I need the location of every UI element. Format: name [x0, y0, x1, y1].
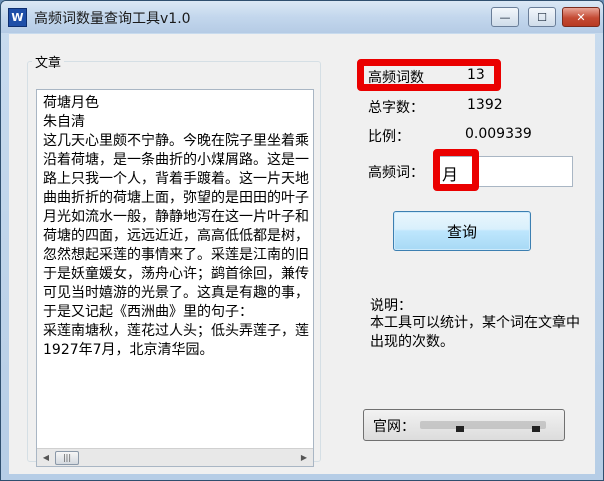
article-group: 文章 荷塘月色 朱自清 这几天心里颇不宁静。今晚在院子里坐着乘凉 沿着荷塘，是一… — [27, 52, 321, 467]
app-window: W 高频词数量查询工具v1.0 — ☐ ✕ 文章 荷塘月色 朱自清 这几天心里颇… — [0, 0, 604, 481]
scroll-thumb[interactable]: ||| — [55, 451, 79, 465]
maximize-button[interactable]: ☐ — [528, 7, 556, 27]
website-button[interactable]: 官网： — [363, 409, 565, 441]
article-text: 荷塘月色 朱自清 这几天心里颇不宁静。今晚在院子里坐着乘凉 沿着荷塘，是一条曲折… — [43, 94, 309, 446]
article-line: 1927年7月，北京清华园。 — [43, 342, 214, 358]
note-body: 本工具可以统计，某个词在文章中出现的次数。 — [370, 315, 580, 350]
article-line: 于是妖童媛女，荡舟心许；鹢首徐回，兼传羽杯 — [43, 266, 309, 282]
horizontal-scrollbar[interactable]: ◀ ||| ▶ — [37, 448, 313, 466]
article-line: 沿着荷塘，是一条曲折的小煤屑路。这是一条幽 — [43, 152, 309, 168]
word-label: 高频词： — [368, 165, 424, 181]
client-area: 文章 荷塘月色 朱自清 这几天心里颇不宁静。今晚在院子里坐着乘凉 沿着荷塘，是一… — [9, 34, 595, 474]
article-line: 可见当时嬉游的光景了。这真是有趣的事，可惜 — [43, 285, 309, 301]
window-title: 高频词数量查询工具v1.0 — [34, 11, 191, 27]
total-chars-label: 总字数： — [368, 100, 424, 116]
article-line: 月光如流水一般，静静地泻在这一片叶子和花上 — [43, 209, 309, 225]
redaction-mark — [532, 426, 540, 432]
close-button[interactable]: ✕ — [562, 7, 600, 27]
article-line: 于是又记起《西洲曲》里的句子： — [43, 304, 253, 320]
query-button[interactable]: 查询 — [393, 211, 531, 251]
note-title: 说明： — [370, 298, 412, 314]
article-line: 采莲南塘秋，莲花过人头；低头弄莲子，莲子清 — [43, 323, 309, 339]
highlight-box — [433, 149, 479, 191]
article-line: 忽然想起采莲的事情来了。采莲是江南的旧俗， — [43, 247, 309, 263]
scroll-left-arrow-icon[interactable]: ◀ — [39, 451, 53, 464]
article-line: 荷塘的四面，远远近近，高高低低都是树，而杨 — [43, 228, 309, 244]
redacted-url — [420, 421, 546, 429]
article-line: 荷塘月色 — [43, 95, 99, 111]
scroll-right-arrow-icon[interactable]: ▶ — [297, 451, 311, 464]
article-textarea[interactable]: 荷塘月色 朱自清 这几天心里颇不宁静。今晚在院子里坐着乘凉 沿着荷塘，是一条曲折… — [36, 89, 314, 467]
redaction-mark — [456, 426, 464, 432]
website-label: 官网： — [373, 419, 415, 435]
article-line: 朱自清 — [43, 114, 85, 130]
minimize-button[interactable]: — — [491, 7, 519, 27]
article-line: 路上只我一个人，背着手踱着。这一片天地好像 — [43, 171, 309, 187]
article-group-label: 文章 — [35, 56, 62, 71]
ratio-value: 0.009339 — [465, 126, 532, 142]
ratio-label: 比例： — [368, 129, 410, 145]
title-bar[interactable]: W 高频词数量查询工具v1.0 — ☐ ✕ — [1, 1, 603, 33]
app-icon: W — [8, 8, 27, 27]
highlight-box — [357, 59, 501, 91]
article-line: 曲曲折折的荷塘上面，弥望的是田田的叶子。叶 — [43, 190, 309, 206]
total-chars-value: 1392 — [467, 97, 503, 113]
article-line: 这几天心里颇不宁静。今晚在院子里坐着乘凉 — [43, 133, 309, 149]
